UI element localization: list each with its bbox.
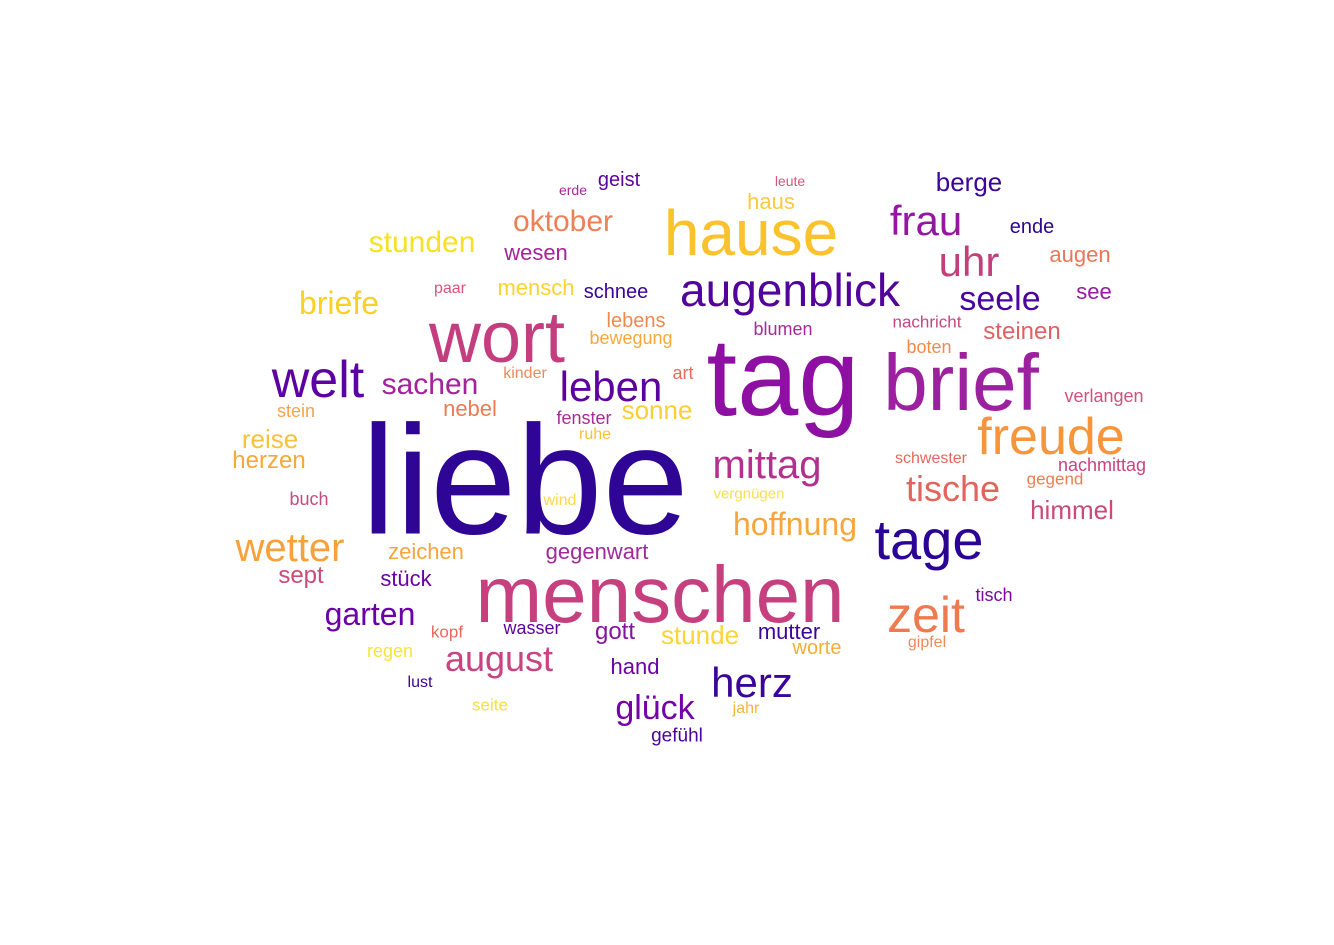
word-77: vergnügen (713, 485, 785, 503)
word-39: nebel (443, 396, 497, 421)
word-17: uhr (938, 238, 1000, 285)
word-20: hoffnung (733, 506, 857, 542)
word-66: kopf (430, 622, 464, 642)
word-12: mittag (712, 443, 822, 487)
word-56: stein (276, 401, 316, 421)
word-75: jahr (732, 700, 760, 717)
word-74: seite (472, 695, 508, 715)
word-22: oktober (512, 205, 614, 238)
word-0: liebe (361, 393, 689, 567)
word-38: steinen (983, 318, 1061, 345)
word-59: verlangen (1064, 386, 1144, 406)
word-44: stück (380, 566, 432, 591)
word-35: sept (278, 562, 324, 589)
word-23: garten (324, 596, 416, 632)
word-cloud: liebe tag menschen brief wort hause tage augenb… (0, 0, 1334, 945)
word-15: frau (889, 197, 963, 244)
word-9: welt (271, 351, 365, 409)
word-27: himmel (1030, 495, 1114, 525)
word-71: ruhe (578, 426, 612, 443)
word-78: erde (558, 182, 588, 198)
word-36: zeichen (388, 539, 464, 564)
word-34: herzen (232, 447, 306, 474)
word-64: art (672, 363, 694, 383)
word-13: herz (711, 659, 793, 706)
word-47: haus (747, 189, 795, 214)
word-53: blumen (753, 319, 813, 339)
word-16: august (444, 638, 554, 679)
word-37: gegenwart (545, 539, 649, 564)
word-79: leute (774, 173, 806, 189)
word-42: wesen (504, 240, 568, 265)
word-40: augen (1049, 242, 1111, 267)
word-70: kinder (503, 365, 547, 382)
word-68: paar (433, 280, 467, 297)
word-62: tisch (975, 585, 1013, 605)
word-10: zeit (887, 587, 965, 643)
word-25: briefe (298, 285, 380, 321)
word-57: gefühl (651, 725, 703, 747)
word-29: berge (935, 167, 1003, 197)
word-50: worte (792, 637, 842, 659)
word-41: hand (610, 654, 660, 679)
word-63: buch (289, 489, 329, 509)
word-69: regen (366, 641, 414, 661)
word-18: tische (905, 468, 1001, 509)
word-7: augenblick (680, 264, 900, 316)
word-21: glück (615, 689, 695, 727)
word-61: nachricht (892, 312, 962, 332)
word-49: schnee (583, 281, 649, 303)
word-58: wasser (503, 618, 561, 638)
word-76: wind (543, 492, 577, 509)
word-46: ende (1009, 216, 1055, 238)
word-48: geist (597, 169, 641, 191)
word-1: tag (706, 316, 860, 439)
word-4: wort (428, 298, 566, 378)
word-26: stunden (368, 226, 476, 259)
word-67: schwester (894, 450, 968, 467)
word-65: gegend (1026, 469, 1084, 489)
word-45: see (1076, 279, 1112, 304)
word-31: gott (594, 618, 636, 645)
word-55: boten (906, 337, 952, 357)
word-6: tage (874, 508, 984, 571)
word-52: bewegung (589, 328, 673, 348)
word-54: fenster (556, 408, 612, 428)
word-28: sonne (621, 395, 693, 425)
word-73: lust (407, 674, 433, 691)
word-72: gipfel (907, 634, 947, 651)
word-19: seele (959, 280, 1041, 318)
word-43: mensch (497, 275, 575, 300)
word-30: stunde (660, 620, 740, 650)
